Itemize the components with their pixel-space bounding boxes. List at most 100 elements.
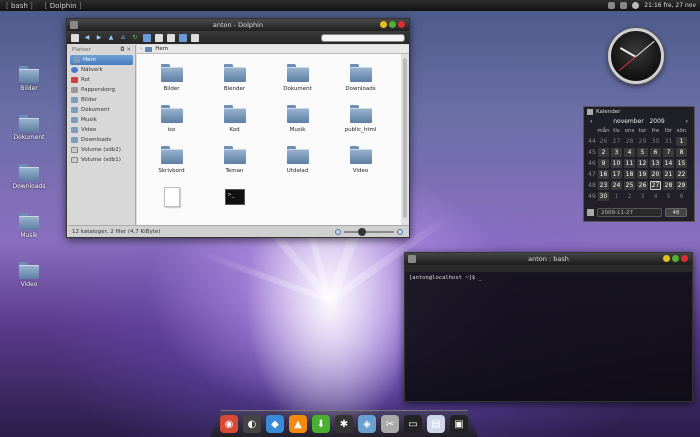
- calendar-day[interactable]: 29: [676, 181, 687, 190]
- calendar-day[interactable]: 15: [676, 159, 687, 168]
- calendar-day[interactable]: 1: [676, 137, 687, 146]
- window-menu-icon[interactable]: [70, 21, 78, 29]
- calendar-day[interactable]: 3: [636, 192, 649, 201]
- calendar-day[interactable]: 17: [611, 170, 622, 179]
- calendar-day[interactable]: 10: [611, 159, 622, 168]
- file-item[interactable]: Skrivbord: [140, 146, 203, 174]
- file-item[interactable]: Kod: [203, 105, 266, 133]
- places-item-papperskorg[interactable]: Papperskorg: [68, 85, 135, 95]
- window-menu-icon[interactable]: [408, 255, 416, 263]
- minimize-button[interactable]: [380, 21, 387, 28]
- back-arrow-icon[interactable]: ◀: [83, 34, 91, 42]
- places-item-musik[interactable]: Musik: [68, 115, 135, 125]
- calendar-day[interactable]: 24: [611, 181, 622, 190]
- dolphin-icon[interactable]: ◐: [243, 415, 261, 433]
- file-item[interactable]: public_html: [329, 105, 392, 133]
- calendar-day[interactable]: 28: [623, 137, 636, 146]
- image-editor-icon[interactable]: ◈: [358, 415, 376, 433]
- file-item[interactable]: Video: [329, 146, 392, 174]
- reload-icon[interactable]: ↻: [131, 34, 139, 42]
- file-item[interactable]: Downloads: [329, 64, 392, 92]
- settings-icon[interactable]: ✱: [335, 415, 353, 433]
- analog-clock-widget[interactable]: [608, 28, 664, 84]
- prev-month-button[interactable]: ‹: [590, 118, 592, 125]
- zoom-in-icon[interactable]: [397, 228, 403, 235]
- calendar-day[interactable]: 28: [663, 181, 674, 190]
- file-item[interactable]: [140, 187, 203, 207]
- calendar-day[interactable]: 26: [597, 137, 610, 146]
- places-item-volume-sdb2[interactable]: Volume (sdb2): [68, 145, 135, 155]
- calendar-day[interactable]: 19: [637, 170, 648, 179]
- places-item-volume-sdb1[interactable]: Volume (sdb1): [68, 155, 135, 165]
- calendar-year[interactable]: 2009: [649, 118, 664, 125]
- preview-icon[interactable]: [179, 33, 187, 42]
- calendar-day[interactable]: 2: [623, 192, 636, 201]
- calendar-day[interactable]: 30: [598, 192, 609, 201]
- calendar-day[interactable]: 27: [610, 137, 623, 146]
- window-titlebar[interactable]: anton - Dolphin: [67, 19, 409, 31]
- zoom-slider[interactable]: [344, 227, 394, 236]
- window-titlebar[interactable]: anton : bash: [405, 253, 692, 265]
- text-editor-icon[interactable]: ▤: [427, 415, 445, 433]
- places-item-rot[interactable]: Rot: [68, 75, 135, 85]
- calendar-day[interactable]: 20: [650, 170, 661, 179]
- volume-icon[interactable]: [632, 2, 640, 9]
- home-icon[interactable]: ⌂: [119, 34, 127, 42]
- calendar-day[interactable]: 25: [624, 181, 635, 190]
- calendar-day[interactable]: 14: [663, 159, 674, 168]
- calendar-day[interactable]: 11: [624, 159, 635, 168]
- scrollbar[interactable]: [401, 54, 409, 225]
- file-item[interactable]: iso: [140, 105, 203, 133]
- calendar-day[interactable]: 7: [663, 148, 674, 157]
- details-view-icon[interactable]: [155, 33, 163, 42]
- week-field[interactable]: 48: [665, 208, 687, 217]
- calendar-day[interactable]: 12: [637, 159, 648, 168]
- minimize-button[interactable]: [663, 255, 670, 262]
- vlc-icon[interactable]: ▲: [289, 415, 307, 433]
- file-item[interactable]: Dokument: [266, 64, 329, 92]
- terminal-icon[interactable]: ▭: [404, 415, 422, 433]
- places-item-natverk[interactable]: Nätverk: [68, 65, 135, 75]
- places-item-dokument[interactable]: Dokument: [68, 105, 135, 115]
- calendar-day[interactable]: 27: [650, 181, 661, 190]
- file-item[interactable]: Musik: [266, 105, 329, 133]
- close-button[interactable]: [681, 255, 688, 262]
- download-icon[interactable]: ⬇: [312, 415, 330, 433]
- calendar-day[interactable]: 6: [675, 192, 688, 201]
- desktop-icon-video[interactable]: Video: [9, 262, 49, 288]
- calendar-day[interactable]: 2: [598, 148, 609, 157]
- file-item[interactable]: >_: [203, 187, 266, 207]
- chrome-icon[interactable]: ◉: [220, 415, 238, 433]
- taskbar-item-bash[interactable]: [ bash ]: [0, 2, 39, 10]
- new-window-icon[interactable]: [71, 33, 79, 42]
- places-item-hem[interactable]: Hem: [70, 55, 133, 65]
- calendar-day[interactable]: 23: [598, 181, 609, 190]
- file-item[interactable]: Blender: [203, 64, 266, 92]
- calendar-day[interactable]: 16: [598, 170, 609, 179]
- calendar-day[interactable]: 3: [611, 148, 622, 157]
- calendar-day[interactable]: 31: [662, 137, 675, 146]
- console-icon[interactable]: ▣: [450, 415, 468, 433]
- today-icon[interactable]: [587, 209, 594, 216]
- maximize-button[interactable]: [672, 255, 679, 262]
- taskbar-item-dolphin[interactable]: [ Dolphin ]: [39, 2, 88, 10]
- calendar-day[interactable]: 26: [637, 181, 648, 190]
- calendar-day[interactable]: 4: [649, 192, 662, 201]
- calendar-day[interactable]: 21: [663, 170, 674, 179]
- calendar-day[interactable]: 9: [598, 159, 609, 168]
- calendar-day[interactable]: 6: [650, 148, 661, 157]
- file-item[interactable]: Utdelad: [266, 146, 329, 174]
- calendar-day[interactable]: 4: [624, 148, 635, 157]
- calendar-day[interactable]: 1: [610, 192, 623, 201]
- calendar-day[interactable]: 22: [676, 170, 687, 179]
- calendar-day[interactable]: 30: [649, 137, 662, 146]
- file-item[interactable]: Bilder: [140, 64, 203, 92]
- desktop-icon-bilder[interactable]: Bilder: [9, 66, 49, 92]
- places-item-video[interactable]: Video: [68, 125, 135, 135]
- calendar-day[interactable]: 8: [676, 148, 687, 157]
- split-view-icon[interactable]: [191, 33, 199, 42]
- search-input[interactable]: [321, 33, 405, 42]
- chat-icon[interactable]: ◆: [266, 415, 284, 433]
- panel-clock[interactable]: 21:16 fre, 27 nov: [644, 2, 696, 9]
- desktop-icon-dokument[interactable]: Dokument: [9, 115, 49, 141]
